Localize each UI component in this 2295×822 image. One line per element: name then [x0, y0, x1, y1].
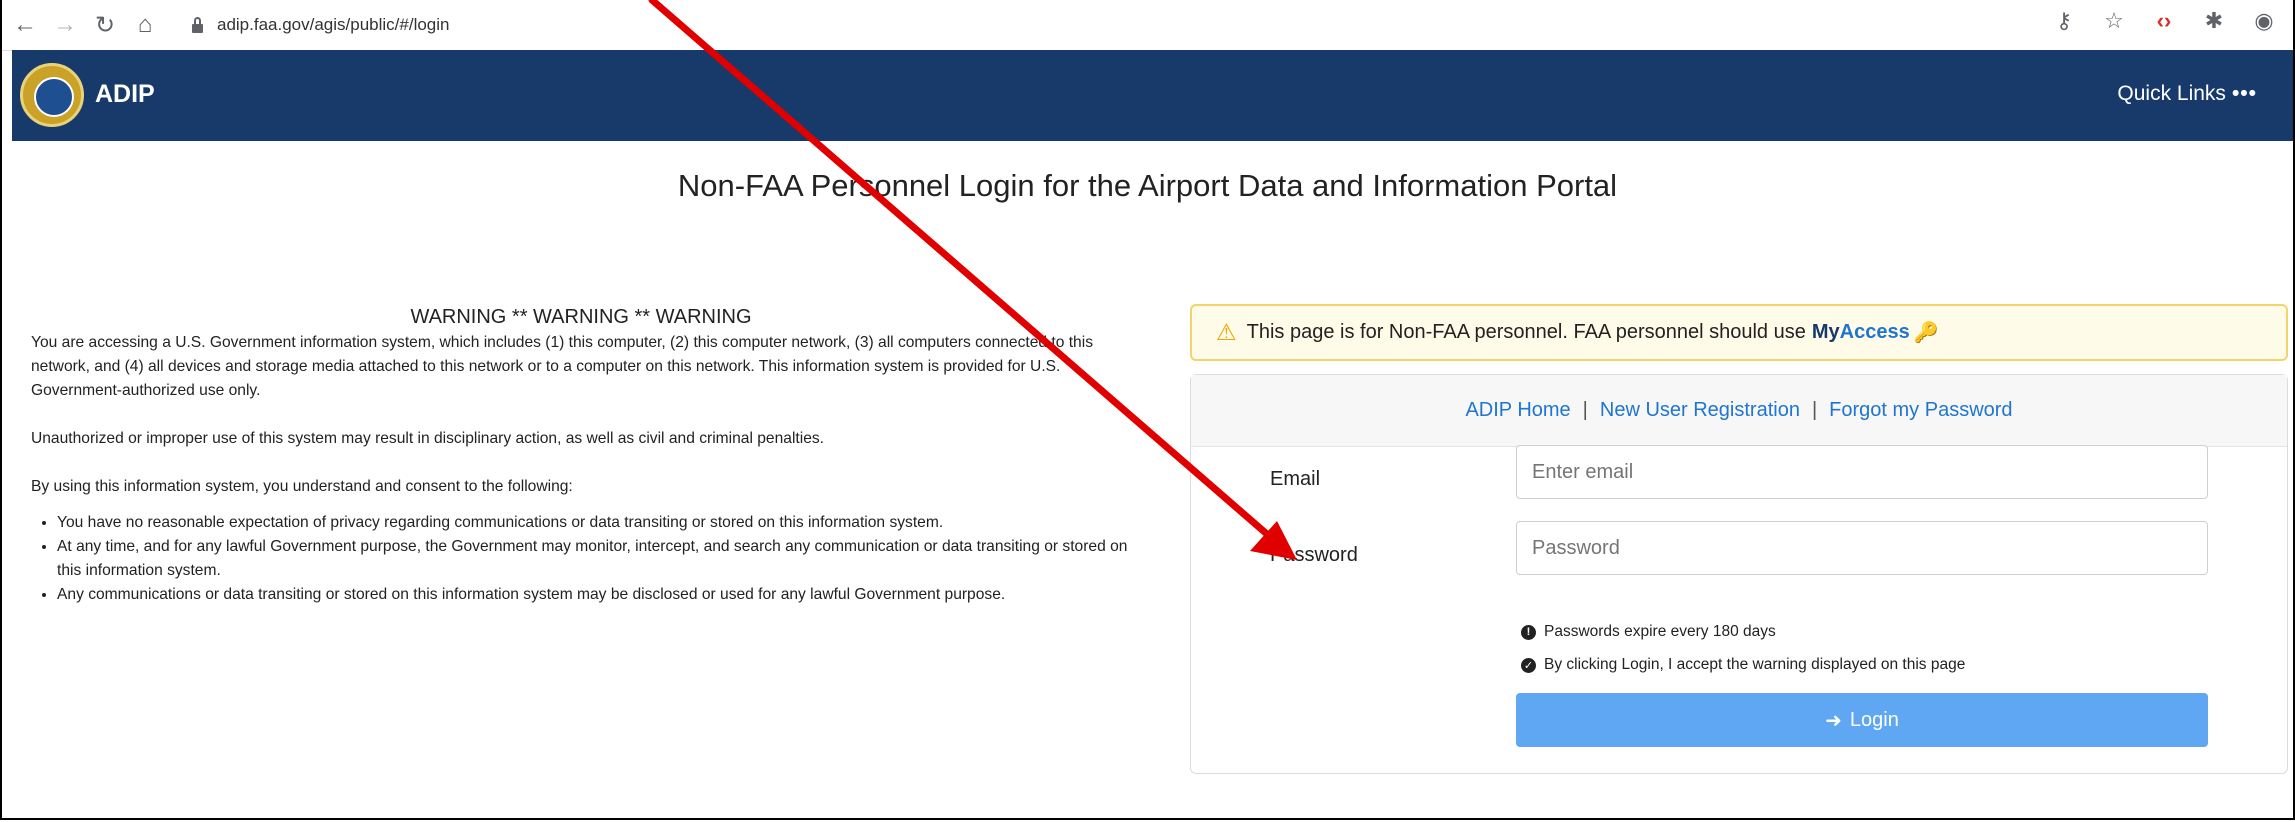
- forward-icon[interactable]: →: [48, 8, 82, 42]
- quick-links-menu[interactable]: Quick Links •••: [2117, 82, 2257, 106]
- site-header: ADIP Quick Links •••: [12, 50, 2293, 141]
- warning-paragraph-1: You are accessing a U.S. Government info…: [31, 334, 1093, 399]
- account-icon[interactable]: ◉: [2251, 8, 2277, 34]
- lock-icon: [192, 16, 203, 33]
- star-icon[interactable]: ☆: [2101, 8, 2127, 34]
- url-text: adip.faa.gov/agis/public/#/login: [217, 15, 450, 34]
- faa-seal-logo[interactable]: [20, 63, 84, 127]
- myaccess-access-text: Access: [1839, 321, 1910, 343]
- quick-links-label: Quick Links: [2117, 82, 2226, 105]
- key-icon: 🔑: [1913, 322, 1939, 344]
- brand-name[interactable]: ADIP: [95, 80, 155, 109]
- login-button[interactable]: ➜ Login: [1516, 693, 2208, 747]
- warning-paragraph-3: By using this information system, you un…: [31, 478, 573, 495]
- password-expiry-text: Passwords expire every 180 days: [1544, 623, 1776, 640]
- email-field[interactable]: Enter email: [1516, 445, 2208, 499]
- accept-warning-note: ✓ By clicking Login, I accept the warnin…: [1521, 656, 1965, 674]
- warning-heading: WARNING ** WARNING ** WARNING: [410, 306, 752, 328]
- warning-notice: WARNING ** WARNING ** WARNING You are ac…: [31, 305, 1131, 607]
- panel-links: ADIP Home | New User Registration | Forg…: [1191, 375, 2287, 447]
- login-button-label: Login: [1849, 708, 1899, 731]
- new-user-registration-link[interactable]: New User Registration: [1600, 399, 1800, 422]
- forgot-password-link[interactable]: Forgot my Password: [1829, 399, 2012, 422]
- accept-warning-text: By clicking Login, I accept the warning …: [1544, 656, 1966, 673]
- extension-icon[interactable]: ✱: [2201, 8, 2227, 34]
- browser-actions: ⚷ ☆ ‹› ✱ ◉: [2051, 8, 2277, 34]
- browser-toolbar: ← → ↻ ⌂ adip.faa.gov/agis/public/#/login…: [2, 0, 2293, 51]
- list-item: At any time, and for any lawful Governme…: [57, 535, 1131, 583]
- back-icon[interactable]: ←: [8, 8, 42, 42]
- code-icon[interactable]: ‹›: [2151, 8, 2177, 34]
- password-field[interactable]: Password: [1516, 521, 2208, 575]
- page-title: Non-FAA Personnel Login for the Airport …: [677, 168, 1618, 203]
- link-separator: |: [1811, 399, 1818, 421]
- address-bar[interactable]: adip.faa.gov/agis/public/#/login: [192, 15, 450, 35]
- key-icon[interactable]: ⚷: [2051, 8, 2077, 34]
- myaccess-my-text: My: [1811, 321, 1840, 343]
- password-expiry-note: ! Passwords expire every 180 days: [1521, 623, 1776, 641]
- home-icon[interactable]: ⌂: [128, 8, 162, 42]
- check-circle-icon: ✓: [1521, 657, 1536, 673]
- more-dots-icon: •••: [2231, 82, 2257, 105]
- info-icon: !: [1521, 624, 1536, 640]
- warning-consent-list: You have no reasonable expectation of pr…: [31, 511, 1131, 607]
- browser-window: ← → ↻ ⌂ adip.faa.gov/agis/public/#/login…: [0, 0, 2295, 820]
- adip-home-link[interactable]: ADIP Home: [1465, 399, 1570, 422]
- warning-triangle-icon: ⚠: [1216, 319, 1237, 345]
- myaccess-link[interactable]: MyAccess: [1812, 321, 1910, 344]
- login-panel: ADIP Home | New User Registration | Forg…: [1190, 374, 2288, 774]
- alert-text: This page is for Non-FAA personnel. FAA …: [1246, 321, 1806, 343]
- password-label: Password: [1270, 544, 1358, 566]
- non-faa-alert: ⚠ This page is for Non-FAA personnel. FA…: [1190, 304, 2288, 361]
- list-item: Any communications or data transiting or…: [57, 583, 1131, 607]
- link-separator: |: [1582, 399, 1588, 421]
- email-label: Email: [1270, 468, 1321, 490]
- list-item: You have no reasonable expectation of pr…: [57, 511, 1131, 535]
- sign-in-icon: ➜: [1825, 709, 1842, 732]
- warning-paragraph-2: Unauthorized or improper use of this sys…: [31, 430, 825, 447]
- reload-icon[interactable]: ↻: [88, 8, 122, 42]
